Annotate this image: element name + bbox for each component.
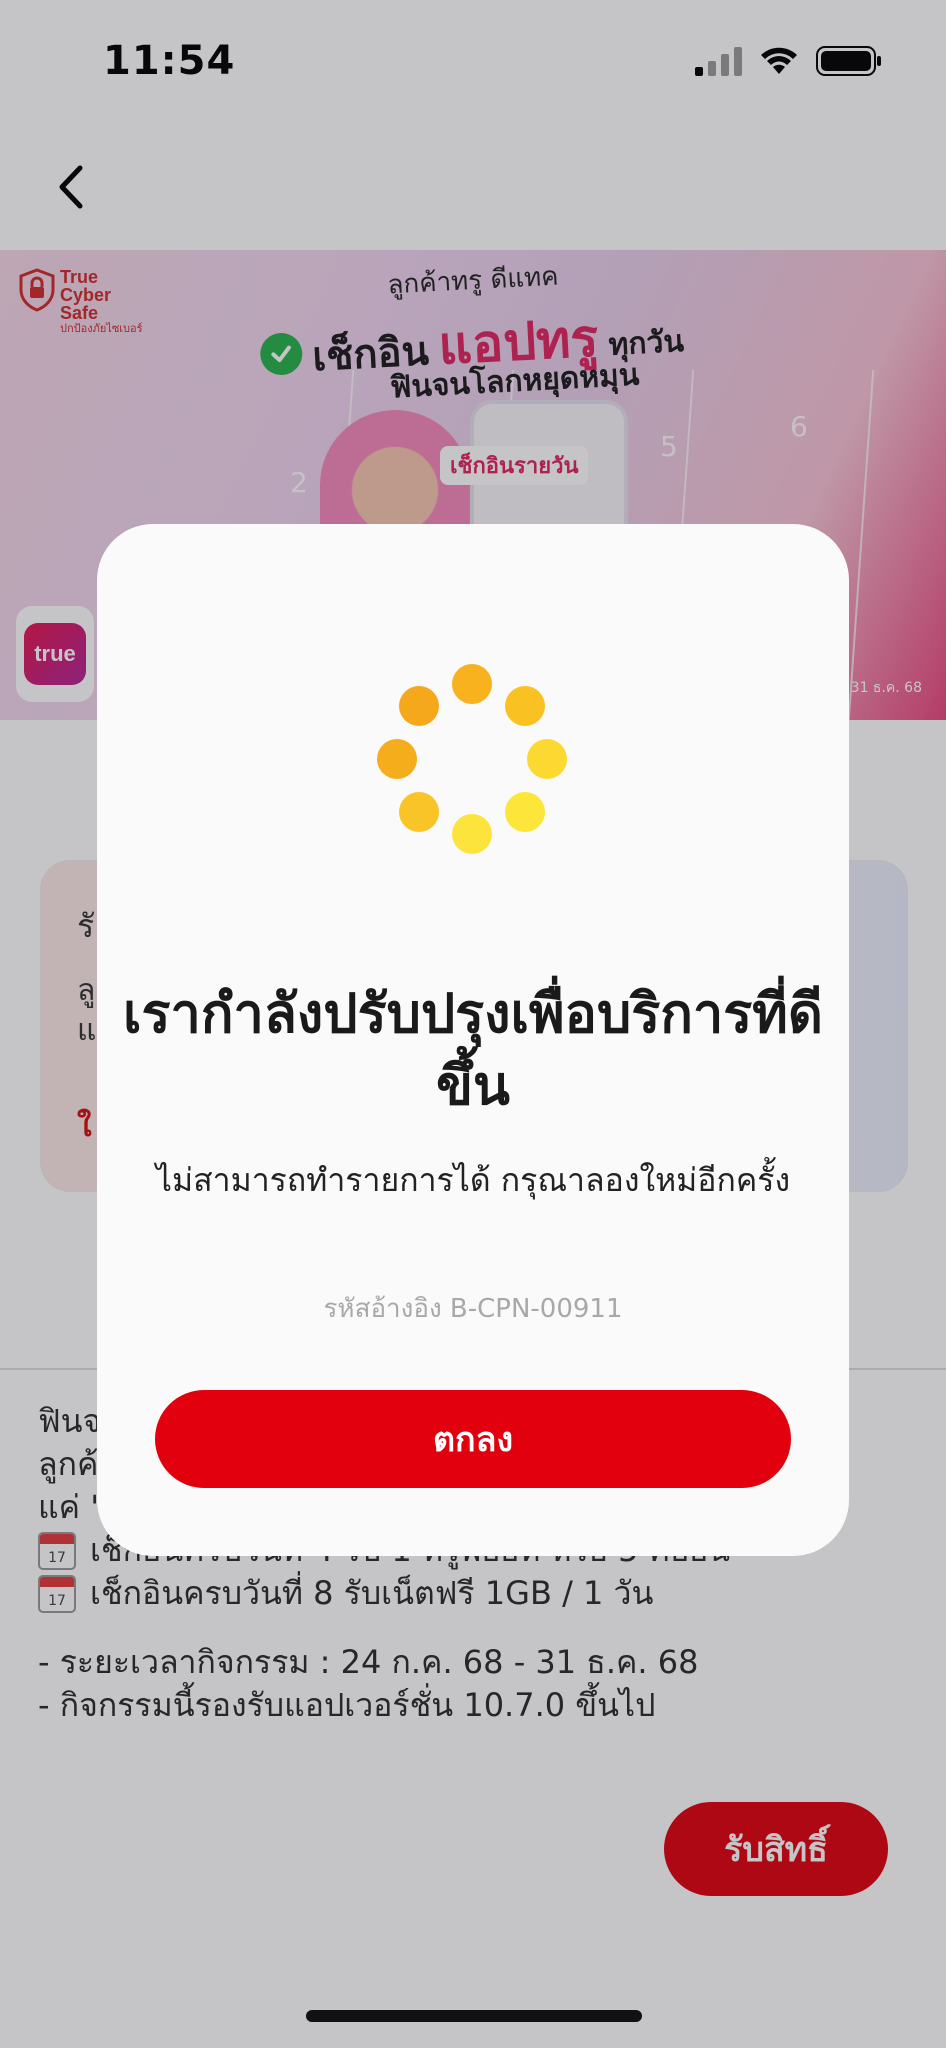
dialog-title: เรากำลังปรับปรุงเพื่อบริการที่ดีขึ้น: [123, 982, 823, 1117]
home-indicator[interactable]: [306, 2010, 642, 2022]
screen: 11:54 2 5 6 True Cyber Safe ปกป้องภัยไซเ…: [0, 0, 946, 2048]
ok-button[interactable]: ตกลง: [155, 1390, 791, 1488]
reference-code: รหัสอ้างอิง B-CPN-00911: [323, 1294, 623, 1324]
loading-spinner-icon: [377, 664, 567, 854]
error-dialog: เรากำลังปรับปรุงเพื่อบริการที่ดีขึ้น ไม่…: [97, 524, 849, 1556]
dialog-message: ไม่สามารถทำรายการได้ กรุณาลองใหม่อีกครั้…: [155, 1161, 791, 1199]
